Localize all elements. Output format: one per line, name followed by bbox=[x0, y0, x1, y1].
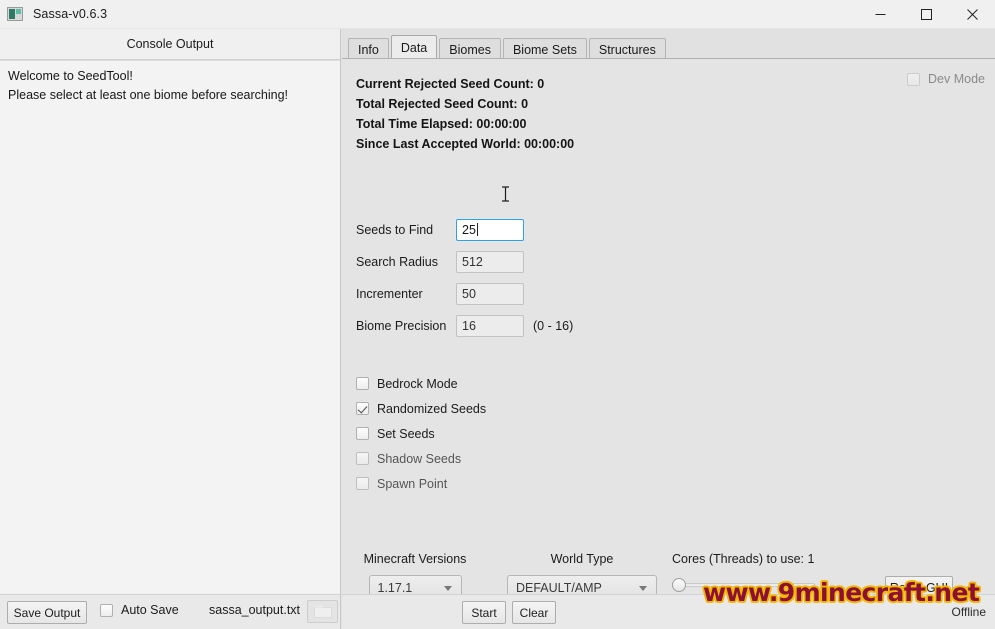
search-radius-value: 512 bbox=[462, 255, 483, 269]
title-bar: Sassa-v0.6.3 bbox=[0, 0, 995, 29]
incrementer-label: Incrementer bbox=[356, 287, 423, 301]
cores-group: Cores (Threads) to use: 1 bbox=[672, 552, 882, 592]
seeds-to-find-label: Seeds to Find bbox=[356, 223, 434, 237]
chevron-down-icon bbox=[639, 585, 647, 591]
text-caret bbox=[476, 223, 478, 236]
status-total-time: Total Time Elapsed: 00:00:00 bbox=[356, 117, 527, 131]
seeds-to-find-input[interactable]: 25 bbox=[456, 219, 524, 241]
set-seeds-checkbox-box bbox=[356, 427, 369, 440]
checkbox-spawn-point[interactable]: Spawn Point bbox=[356, 471, 486, 496]
dev-mode-checkbox[interactable]: Dev Mode bbox=[907, 72, 985, 86]
status-total-rejected: Total Rejected Seed Count: 0 bbox=[356, 97, 529, 111]
minecraft-versions-group: Minecraft Versions 1.17.1 bbox=[356, 552, 474, 600]
folder-icon bbox=[314, 605, 332, 618]
tab-info[interactable]: Info bbox=[348, 38, 389, 60]
biome-precision-label: Biome Precision bbox=[356, 319, 447, 333]
window-controls bbox=[857, 0, 995, 28]
world-type-value: DEFAULT/AMP bbox=[516, 580, 602, 595]
start-button[interactable]: Start bbox=[462, 601, 506, 624]
clear-button[interactable]: Clear bbox=[512, 601, 556, 624]
bedrock-mode-label: Bedrock Mode bbox=[377, 376, 458, 391]
biome-precision-input[interactable]: 16 bbox=[456, 315, 524, 337]
connection-status-label: Offline bbox=[951, 605, 986, 619]
tab-biomes[interactable]: Biomes bbox=[439, 38, 501, 60]
shadow-seeds-label: Shadow Seeds bbox=[377, 451, 462, 466]
maximize-button[interactable] bbox=[903, 0, 949, 28]
action-bar: Start Clear Offline bbox=[342, 594, 995, 629]
seeds-to-find-value: 25 bbox=[462, 223, 476, 237]
status-since-last-world: Since Last Accepted World: 00:00:00 bbox=[356, 137, 575, 151]
minecraft-versions-value: 1.17.1 bbox=[377, 580, 413, 595]
checkbox-set-seeds[interactable]: Set Seeds bbox=[356, 421, 486, 446]
options-list: Bedrock Mode Randomized Seeds Set Seeds … bbox=[356, 371, 486, 496]
output-file-name: sassa_output.txt bbox=[209, 603, 301, 617]
world-type-caption: World Type bbox=[550, 552, 614, 566]
minimize-button[interactable] bbox=[857, 0, 903, 28]
auto-save-checkbox-box bbox=[100, 603, 113, 617]
form-row-incrementer: Incrementer 50 bbox=[356, 278, 573, 310]
chevron-down-icon bbox=[443, 585, 452, 591]
minecraft-versions-caption: Minecraft Versions bbox=[363, 552, 467, 566]
spawn-point-label: Spawn Point bbox=[377, 476, 448, 491]
checkbox-bedrock-mode[interactable]: Bedrock Mode bbox=[356, 371, 486, 396]
world-type-group: World Type DEFAULT/AMP bbox=[487, 552, 677, 600]
randomized-seeds-checkbox-box bbox=[356, 402, 369, 415]
console-panel: Console Output Welcome to SeedTool! Plea… bbox=[0, 29, 341, 594]
status-current-rejected: Current Rejected Seed Count: 0 bbox=[356, 77, 545, 91]
auto-save-checkbox[interactable]: Auto Save bbox=[100, 603, 179, 617]
maximize-icon bbox=[920, 8, 932, 20]
biome-precision-hint: (0 - 16) bbox=[533, 319, 574, 333]
console-header: Console Output bbox=[0, 29, 340, 60]
minimize-icon bbox=[875, 13, 885, 15]
checkbox-randomized-seeds[interactable]: Randomized Seeds bbox=[356, 396, 486, 421]
randomized-seeds-label: Randomized Seeds bbox=[377, 401, 487, 416]
tab-data[interactable]: Data bbox=[390, 35, 438, 60]
window-title: Sassa-v0.6.3 bbox=[33, 7, 108, 21]
cores-slider[interactable] bbox=[672, 577, 820, 593]
biome-precision-value: 16 bbox=[462, 319, 476, 333]
status-block: Current Rejected Seed Count: 0 Total Rej… bbox=[356, 74, 574, 154]
save-bar: Save Output Auto Save sassa_output.txt bbox=[0, 594, 341, 629]
search-radius-label: Search Radius bbox=[356, 255, 438, 269]
app-icon bbox=[7, 7, 23, 21]
checkbox-shadow-seeds[interactable]: Shadow Seeds bbox=[356, 446, 486, 471]
browse-file-button[interactable] bbox=[307, 600, 338, 623]
cores-slider-thumb[interactable] bbox=[672, 578, 686, 592]
console-output-textarea[interactable]: Welcome to SeedTool! Please select at le… bbox=[0, 60, 340, 593]
cores-caption: Cores (Threads) to use: 1 bbox=[672, 552, 815, 566]
auto-save-label: Auto Save bbox=[121, 603, 179, 617]
tab-biome-sets[interactable]: Biome Sets bbox=[502, 38, 587, 60]
application-window: Sassa-v0.6.3 Console Output Welcome to S… bbox=[0, 0, 995, 629]
form-row-search-radius: Search Radius 512 bbox=[356, 246, 573, 278]
right-panel: Info Data Biomes Biome Sets Structures C… bbox=[342, 29, 995, 629]
tab-structures[interactable]: Structures bbox=[588, 38, 666, 60]
save-output-button[interactable]: Save Output bbox=[7, 601, 87, 624]
incrementer-value: 50 bbox=[462, 287, 476, 301]
console-line: Please select at least one biome before … bbox=[8, 88, 289, 102]
shadow-seeds-checkbox-box bbox=[356, 452, 369, 465]
incrementer-input[interactable]: 50 bbox=[456, 283, 524, 305]
dev-mode-label: Dev Mode bbox=[928, 72, 985, 86]
console-line: Welcome to SeedTool! bbox=[8, 69, 133, 83]
search-radius-input[interactable]: 512 bbox=[456, 251, 524, 273]
form-row-biome-precision: Biome Precision 16 (0 - 16) bbox=[356, 310, 573, 342]
form-area: Seeds to Find 25 Search Radius 512 Incre… bbox=[356, 214, 573, 342]
form-row-seeds-to-find: Seeds to Find 25 bbox=[356, 214, 573, 246]
data-tab-panel: Current Rejected Seed Count: 0 Total Rej… bbox=[342, 58, 995, 600]
set-seeds-label: Set Seeds bbox=[377, 426, 435, 441]
tab-strip: Info Data Biomes Biome Sets Structures bbox=[342, 34, 668, 60]
cores-slider-track bbox=[680, 583, 815, 587]
dev-mode-checkbox-box bbox=[907, 72, 921, 86]
close-icon bbox=[966, 8, 978, 20]
spawn-point-checkbox-box bbox=[356, 477, 369, 490]
bedrock-mode-checkbox-box bbox=[356, 377, 369, 390]
close-button[interactable] bbox=[949, 0, 995, 28]
